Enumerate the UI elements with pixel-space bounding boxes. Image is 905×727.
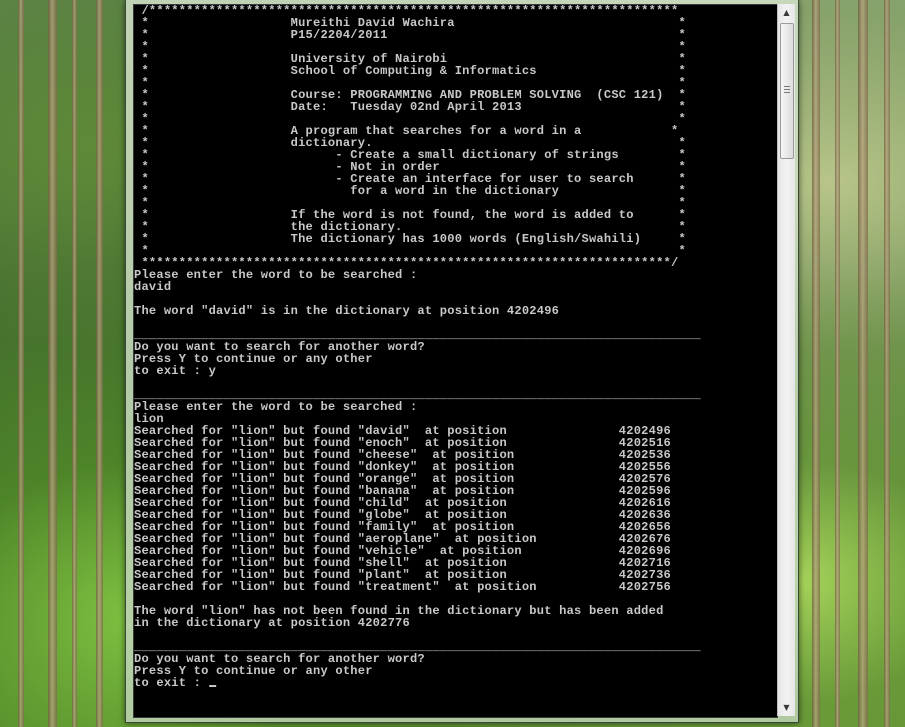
console-line: Please enter the word to be searched :: [134, 268, 418, 282]
console-line: in the dictionary at position 4202776: [134, 616, 410, 630]
scrollbar-grip-icon: [784, 86, 790, 93]
console-output[interactable]: /***************************************…: [133, 4, 778, 718]
vertical-scrollbar[interactable]: ▲ ▼: [777, 4, 795, 716]
console-line: Press Y to continue or any other: [134, 352, 373, 366]
console-line: Searched for "lion" but found "treatment…: [134, 580, 672, 594]
console-line: to exit : y: [134, 364, 217, 378]
scroll-down-arrow-icon[interactable]: ▼: [778, 699, 795, 716]
console-line: Please enter the word to be searched :: [134, 400, 418, 414]
scroll-up-arrow-icon[interactable]: ▲: [778, 4, 795, 21]
console-line: Press Y to continue or any other: [134, 664, 373, 678]
scrollbar-thumb[interactable]: [780, 23, 794, 159]
console-line: david: [134, 280, 172, 294]
console-text-area: /***************************************…: [134, 5, 777, 689]
console-line: to exit :: [134, 677, 771, 689]
console-line: The word "david" is in the dictionary at…: [134, 304, 560, 318]
text-cursor: [209, 685, 217, 687]
